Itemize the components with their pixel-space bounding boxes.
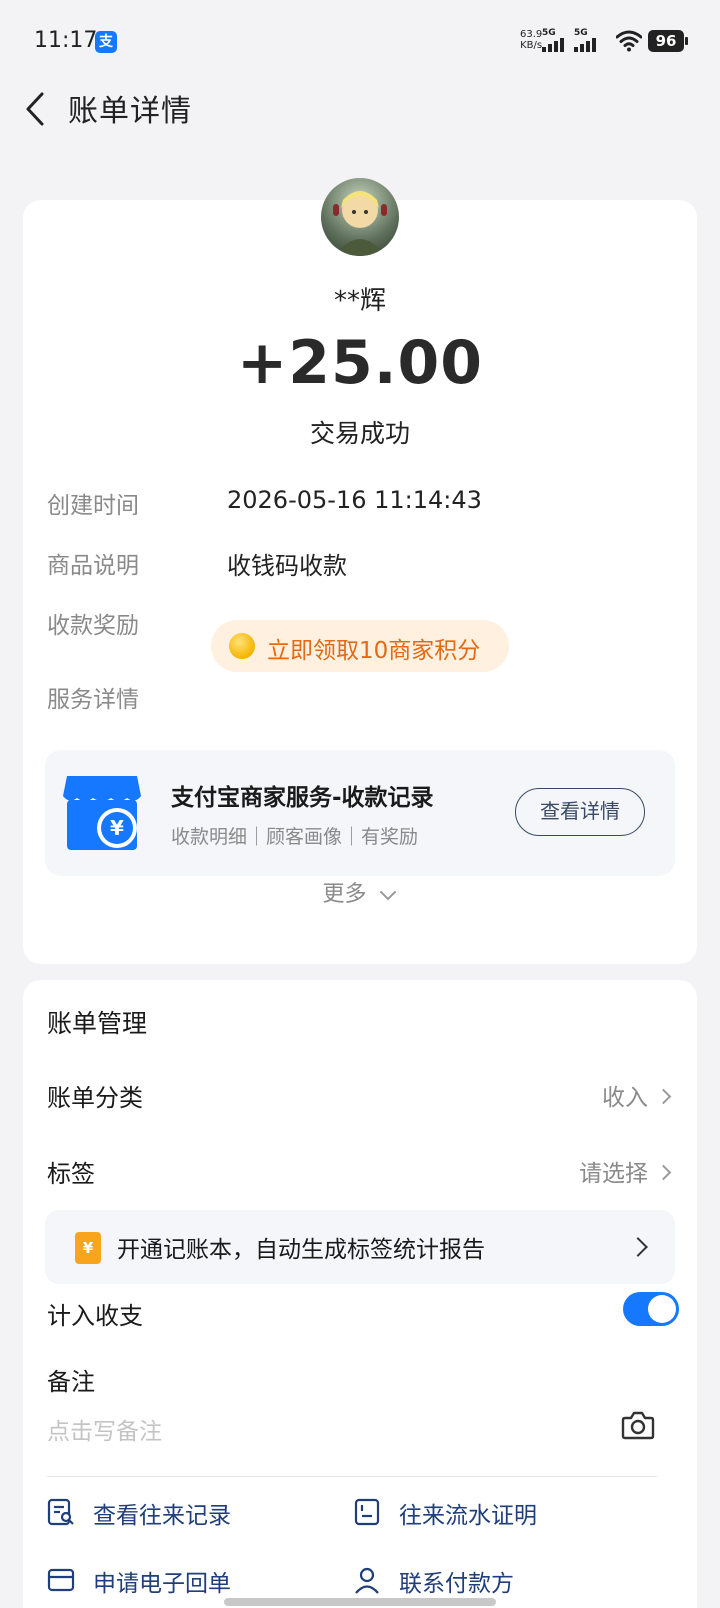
electronic-receipt-link[interactable]: 申请电子回单 bbox=[47, 1564, 287, 1598]
status-bar: 11:17 支 63.9 KB/s 5G 5G 96 bbox=[0, 0, 720, 84]
divider bbox=[47, 1476, 657, 1477]
created-time-value: 2026-05-16 11:14:43 bbox=[227, 486, 482, 514]
ledger-promo-banner[interactable]: ¥ 开通记账本，自动生成标签统计报告 bbox=[45, 1210, 675, 1284]
chevron-right-icon bbox=[628, 1237, 648, 1257]
network-speed-value: 63.9 bbox=[520, 29, 543, 40]
chevron-down-icon bbox=[379, 891, 396, 901]
electronic-receipt-label: 申请电子回单 bbox=[93, 1571, 231, 1597]
bill-management-card: 账单管理 账单分类 收入 标签 请选择 ¥ 开通记账本，自动生成标签统计报告 计… bbox=[23, 980, 697, 1608]
bill-category-label: 账单分类 bbox=[47, 1084, 143, 1112]
created-time-label: 创建时间 bbox=[47, 493, 139, 519]
note-label: 备注 bbox=[47, 1368, 95, 1396]
payer-name: **辉 bbox=[333, 286, 386, 316]
include-in-stats-label: 计入收支 bbox=[47, 1302, 143, 1330]
reward-label: 收款奖励 bbox=[47, 613, 139, 639]
view-history-link[interactable]: 查看往来记录 bbox=[47, 1496, 287, 1530]
camera-icon[interactable] bbox=[621, 1410, 655, 1440]
transaction-certificate-link[interactable]: 往来流水证明 bbox=[353, 1496, 593, 1530]
more-toggle[interactable]: 更多 bbox=[23, 876, 697, 908]
product-desc-label: 商品说明 bbox=[47, 553, 139, 579]
toggle-knob bbox=[648, 1295, 676, 1323]
signal-icon: 5G bbox=[542, 28, 570, 52]
include-in-stats-toggle[interactable] bbox=[623, 1292, 679, 1326]
bill-category-value: 收入 bbox=[602, 1085, 648, 1111]
contact-payer-label: 联系付款方 bbox=[399, 1571, 514, 1597]
merchant-service-card[interactable]: ¥ 支付宝商家服务-收款记录 收款明细｜顾客画像｜有奖励 查看详情 bbox=[45, 750, 675, 876]
section-title: 账单管理 bbox=[47, 1009, 148, 1038]
shop-icon-symbol: ¥ bbox=[110, 816, 124, 840]
service-title: 支付宝商家服务-收款记录 bbox=[171, 785, 434, 811]
service-detail-label: 服务详情 bbox=[47, 687, 139, 713]
bill-category-selector[interactable]: 收入 bbox=[602, 1078, 672, 1112]
coin-icon bbox=[229, 633, 255, 659]
battery-icon: 96 bbox=[648, 30, 684, 52]
avatar-image bbox=[333, 191, 387, 256]
view-history-label: 查看往来记录 bbox=[93, 1503, 231, 1529]
ledger-promo-text: 开通记账本，自动生成标签统计报告 bbox=[117, 1237, 485, 1263]
signal-label: 5G bbox=[542, 28, 556, 38]
network-speed: 63.9 KB/s bbox=[520, 29, 542, 51]
transaction-certificate-label: 往来流水证明 bbox=[399, 1503, 537, 1529]
shop-icon: ¥ bbox=[63, 776, 141, 850]
transaction-status: 交易成功 bbox=[309, 419, 410, 448]
tag-selector[interactable]: 请选择 bbox=[579, 1154, 672, 1188]
back-button[interactable] bbox=[18, 84, 62, 134]
chevron-right-icon bbox=[655, 1164, 672, 1181]
chevron-left-icon bbox=[26, 92, 44, 126]
certificate-icon bbox=[354, 1498, 380, 1526]
ledger-icon: ¥ bbox=[75, 1232, 101, 1264]
receipt-icon bbox=[47, 1568, 75, 1592]
network-speed-unit: KB/s bbox=[520, 40, 543, 51]
battery-tip bbox=[685, 37, 688, 45]
wifi-icon bbox=[616, 30, 642, 52]
record-search-icon bbox=[47, 1498, 74, 1526]
tag-label: 标签 bbox=[47, 1160, 95, 1188]
chevron-right-icon bbox=[655, 1088, 672, 1105]
contact-payer-link[interactable]: 联系付款方 bbox=[353, 1564, 593, 1598]
contact-icon bbox=[355, 1567, 379, 1594]
alipay-app-icon: 支 bbox=[95, 31, 117, 53]
signal-label: 5G bbox=[574, 28, 588, 38]
reward-text: 立即领取10商家积分 bbox=[267, 638, 481, 664]
claim-reward-button[interactable]: 立即领取10商家积分 bbox=[211, 620, 509, 672]
tag-value: 请选择 bbox=[579, 1161, 648, 1187]
product-desc-value: 收钱码收款 bbox=[227, 552, 347, 580]
service-subtitle: 收款明细｜顾客画像｜有奖励 bbox=[171, 826, 419, 848]
page-title: 账单详情 bbox=[68, 94, 192, 129]
transaction-amount: +25.00 bbox=[236, 328, 484, 398]
transaction-card: **辉 +25.00 交易成功 创建时间 2026-05-16 11:14:43… bbox=[23, 178, 697, 964]
status-time: 11:17 bbox=[34, 28, 98, 53]
home-indicator bbox=[224, 1598, 496, 1606]
more-label: 更多 bbox=[322, 882, 367, 907]
view-detail-button[interactable]: 查看详情 bbox=[515, 788, 645, 836]
signal-icon: 5G bbox=[574, 28, 602, 52]
payer-avatar[interactable] bbox=[321, 178, 399, 256]
note-input[interactable] bbox=[47, 1410, 607, 1454]
